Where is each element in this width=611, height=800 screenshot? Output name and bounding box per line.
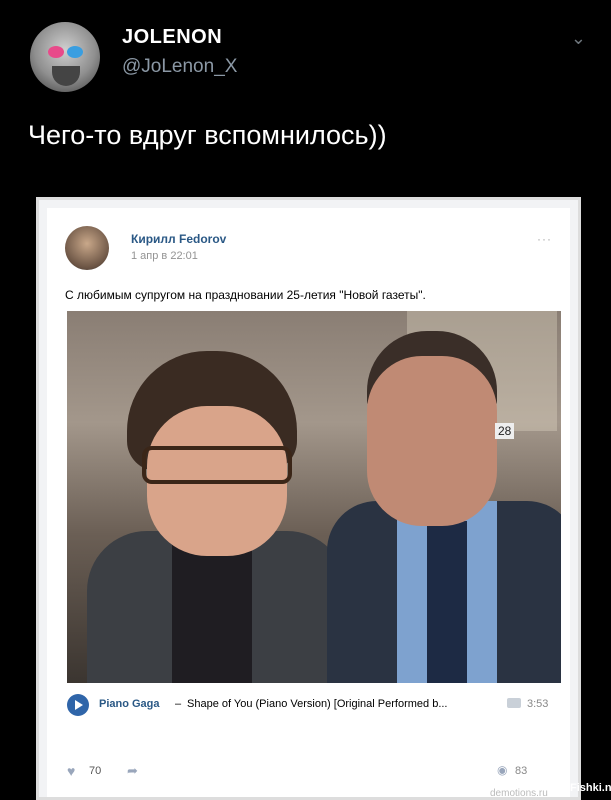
audio-add-icon: [507, 698, 521, 708]
photo-face-right: [367, 356, 497, 526]
vk-author-name: Кирилл Fedorov: [131, 232, 227, 246]
photo-person-right: [327, 331, 561, 683]
fishki-watermark: Fishki.net: [570, 782, 611, 794]
author-handle[interactable]: @JoLenon_X: [122, 56, 237, 78]
vk-post-text: С любимым супругом на праздновании 25-ле…: [65, 288, 426, 302]
author-name[interactable]: JOLENON: [122, 26, 222, 49]
play-icon: [67, 694, 89, 716]
photo-person-left: [87, 351, 347, 683]
vk-post: Кирилл Fedorov 1 апр в 22:01 ··· С любим…: [47, 208, 570, 797]
photo-table-number: 28: [495, 423, 515, 439]
share-icon: ➦: [127, 763, 138, 778]
chevron-down-icon[interactable]: ⌄: [571, 28, 586, 49]
audio-duration: 3:53: [527, 698, 549, 710]
audio-separator: –: [175, 698, 182, 710]
photo-glasses: [142, 446, 292, 484]
eye-icon: ◉: [497, 763, 508, 777]
avatar-glass-right: [67, 46, 83, 58]
author-avatar[interactable]: [30, 22, 100, 92]
audio-artist: Piano Gaga: [99, 698, 160, 710]
more-icon: ···: [537, 232, 552, 246]
tweet-text: Чего-то вдруг вспомнилось)): [28, 120, 387, 150]
vk-post-screenshot: Кирилл Fedorov 1 апр в 22:01 ··· С любим…: [36, 197, 581, 800]
post-photo: 28: [67, 311, 561, 683]
like-count: 70: [89, 765, 102, 777]
avatar-beard: [52, 66, 80, 86]
view-count: 83: [515, 765, 528, 777]
audio-attachment: Piano Gaga – Shape of You (Piano Version…: [67, 692, 561, 720]
tweet-header: JOLENON @JoLenon_X ⌄: [30, 18, 590, 98]
heart-icon: ♥: [67, 763, 76, 779]
photo-tie: [427, 521, 467, 683]
vk-post-time: 1 апр в 22:01: [131, 250, 198, 262]
post-footer: ♥ 70 ➦ ◉ 83: [67, 761, 561, 785]
demotions-watermark: demotions.ru: [490, 788, 548, 799]
audio-title: Shape of You (Piano Version) [Original P…: [187, 698, 448, 710]
vk-author-avatar: [65, 226, 109, 270]
avatar-glass-left: [48, 46, 64, 58]
